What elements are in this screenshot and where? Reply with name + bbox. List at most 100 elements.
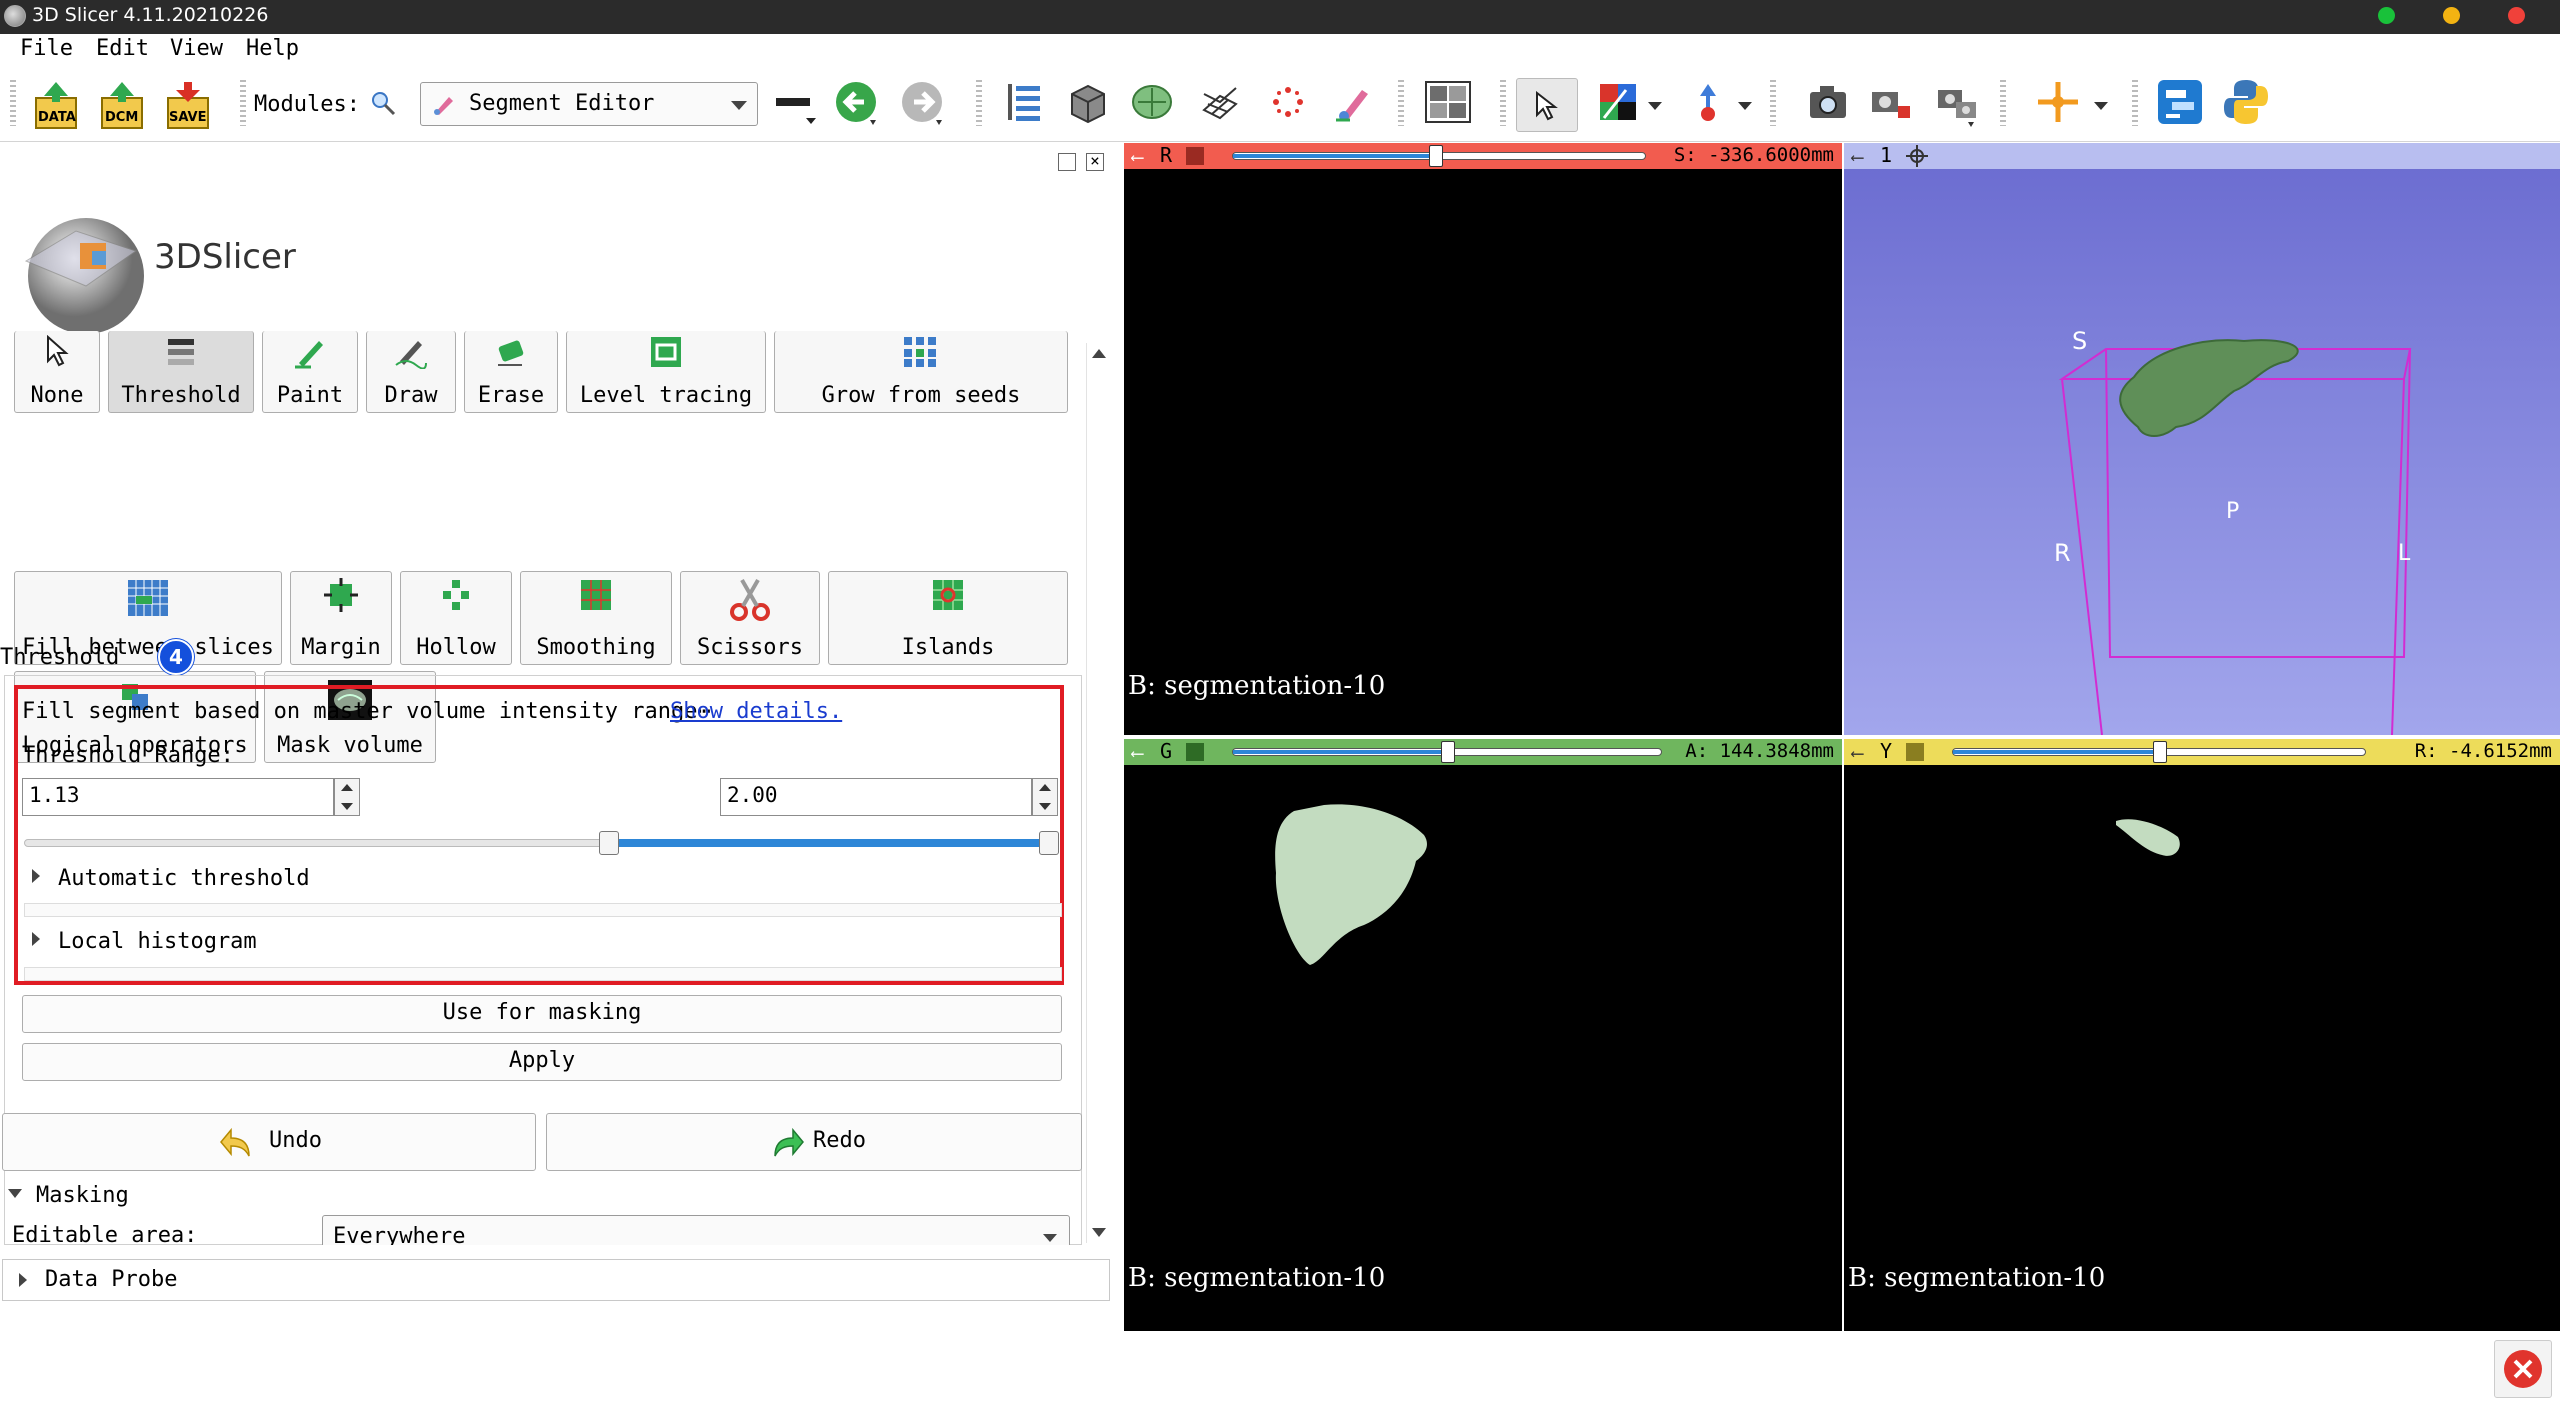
- effect-draw-button[interactable]: Draw: [366, 331, 456, 413]
- link-icon[interactable]: [1186, 147, 1204, 165]
- menu-view[interactable]: View: [170, 36, 223, 61]
- models-module-button[interactable]: [1130, 80, 1174, 124]
- toolbar-grip[interactable]: [2000, 80, 2006, 126]
- local-histogram-toggle[interactable]: Local histogram: [58, 929, 257, 954]
- forward-button[interactable]: [900, 80, 950, 130]
- toolbar-grip[interactable]: [1398, 80, 1404, 126]
- effect-margin-button[interactable]: Margin: [290, 571, 392, 665]
- yellow-slice-view[interactable]: ⟵ Y R: -4.6152mm B: segmentation-10: [1844, 739, 2560, 1331]
- fiducial-dropdown-icon[interactable]: [1738, 102, 1752, 110]
- pin-icon[interactable]: ⟵: [1852, 147, 1863, 168]
- link-icon[interactable]: [1186, 743, 1204, 761]
- layout-button[interactable]: [1424, 80, 1471, 124]
- green-slice-slider[interactable]: [1232, 741, 1662, 763]
- threshold-min-input[interactable]: 1.13: [22, 778, 334, 816]
- close-dot-icon[interactable]: [2508, 7, 2525, 24]
- pin-icon[interactable]: ⟵: [1132, 147, 1143, 168]
- use-for-masking-button[interactable]: Use for masking: [22, 995, 1062, 1033]
- show-details-link[interactable]: Show details.: [670, 699, 842, 724]
- masking-toggle[interactable]: Masking: [36, 1183, 129, 1208]
- red-slice-slider[interactable]: [1232, 145, 1646, 167]
- dicom-button[interactable]: DCM: [98, 80, 146, 130]
- center-view-icon[interactable]: [1906, 145, 1928, 167]
- module-search-icon[interactable]: [370, 90, 396, 116]
- menu-file[interactable]: File: [20, 36, 73, 61]
- undo-label: Undo: [269, 1128, 322, 1153]
- scroll-up-icon[interactable]: [1092, 349, 1106, 358]
- effect-hollow-button[interactable]: Hollow: [400, 571, 512, 665]
- crosshair-button[interactable]: [2036, 80, 2080, 124]
- maximize-dot-icon[interactable]: [2378, 7, 2395, 24]
- red-slice-handle[interactable]: [1429, 145, 1443, 167]
- panel-scrollbar[interactable]: [1086, 343, 1110, 1243]
- green-slice-handle[interactable]: [1441, 741, 1455, 763]
- extension-manager-button[interactable]: [2156, 78, 2204, 126]
- error-log-button[interactable]: [2494, 1340, 2552, 1398]
- link-icon[interactable]: [1906, 743, 1924, 761]
- history-menu-button[interactable]: [776, 90, 816, 124]
- transforms-module-button[interactable]: [1198, 80, 1242, 124]
- threshold-max-spinner[interactable]: [1032, 778, 1058, 816]
- red-slice-view[interactable]: ⟵ R S: -336.6000mm B: segmentation-10: [1124, 143, 1842, 735]
- effect-scissors-button[interactable]: Scissors: [680, 571, 820, 665]
- data-probe-bar[interactable]: Data Probe: [2, 1259, 1110, 1301]
- menu-edit[interactable]: Edit: [96, 36, 149, 61]
- collapse-arrow-icon[interactable]: [8, 1189, 22, 1198]
- pointer-mode-button[interactable]: [1516, 78, 1578, 132]
- threshold-min-handle[interactable]: [599, 831, 619, 855]
- crosshair-dropdown-icon[interactable]: [2094, 102, 2108, 110]
- green-slice-view[interactable]: ⟵ G A: 144.3848mm B: segmentation-10: [1124, 739, 1842, 1331]
- data-module-button[interactable]: [1002, 80, 1046, 124]
- expand-arrow-icon[interactable]: [32, 932, 40, 946]
- toolbar-grip[interactable]: [1500, 80, 1506, 126]
- threshold-range-slider[interactable]: [24, 831, 1059, 855]
- automatic-threshold-toggle[interactable]: Automatic threshold: [58, 866, 310, 891]
- toolbar-grip[interactable]: [2132, 80, 2138, 126]
- menu-help[interactable]: Help: [246, 36, 299, 61]
- effect-none-button[interactable]: None: [14, 331, 100, 413]
- effect-grow-from-seeds-button[interactable]: Grow from seeds: [774, 331, 1068, 413]
- expand-arrow-icon[interactable]: [32, 869, 40, 883]
- toolbar-grip[interactable]: [1770, 80, 1776, 126]
- scene-views-button[interactable]: [1934, 80, 1978, 127]
- save-button[interactable]: SAVE: [164, 80, 212, 130]
- python-console-button[interactable]: [2222, 78, 2270, 126]
- effect-paint-button[interactable]: Paint: [262, 331, 358, 413]
- load-data-button[interactable]: DATA: [32, 80, 80, 130]
- editable-area-select[interactable]: Everywhere: [322, 1215, 1070, 1245]
- undock-icon[interactable]: [1058, 153, 1076, 171]
- scroll-down-icon[interactable]: [1092, 1228, 1106, 1237]
- threshold-max-handle[interactable]: [1039, 831, 1059, 855]
- toolbar-grip[interactable]: [10, 80, 16, 126]
- green-slice-offset: A: 144.3848mm: [1685, 740, 1834, 762]
- effect-level-tracing-button[interactable]: Level tracing: [566, 331, 766, 413]
- back-button[interactable]: [834, 80, 884, 130]
- apply-button[interactable]: Apply: [22, 1043, 1062, 1081]
- segment-editor-module-button[interactable]: [1332, 80, 1376, 124]
- yellow-slice-slider[interactable]: [1952, 741, 2366, 763]
- close-panel-icon[interactable]: ×: [1086, 153, 1104, 171]
- effect-smoothing-button[interactable]: Smoothing: [520, 571, 672, 665]
- window-level-dropdown-icon[interactable]: [1648, 102, 1662, 110]
- effect-erase-button[interactable]: Erase: [464, 331, 558, 413]
- threed-view[interactable]: ⟵ 1 S P R L: [1844, 143, 2560, 735]
- toolbar-grip[interactable]: [240, 80, 246, 126]
- effect-threshold-button[interactable]: Threshold: [108, 331, 254, 413]
- redo-button[interactable]: Redo: [546, 1113, 1082, 1171]
- markups-module-button[interactable]: [1266, 80, 1310, 124]
- threshold-max-input[interactable]: 2.00: [720, 778, 1032, 816]
- threshold-min-spinner[interactable]: [334, 778, 360, 816]
- scene-view-button[interactable]: [1868, 80, 1912, 124]
- place-fiducial-button[interactable]: [1686, 80, 1730, 124]
- effect-islands-button[interactable]: Islands: [828, 571, 1068, 665]
- window-level-button[interactable]: [1596, 80, 1640, 124]
- undo-button[interactable]: Undo: [2, 1113, 536, 1171]
- screenshot-button[interactable]: [1806, 80, 1850, 124]
- toolbar-grip[interactable]: [976, 80, 982, 126]
- module-selector[interactable]: Segment Editor: [420, 82, 758, 126]
- minimize-dot-icon[interactable]: [2443, 7, 2460, 24]
- yellow-slice-handle[interactable]: [2153, 741, 2167, 763]
- pin-icon[interactable]: ⟵: [1132, 743, 1143, 764]
- pin-icon[interactable]: ⟵: [1852, 743, 1863, 764]
- volumes-module-button[interactable]: [1066, 80, 1110, 124]
